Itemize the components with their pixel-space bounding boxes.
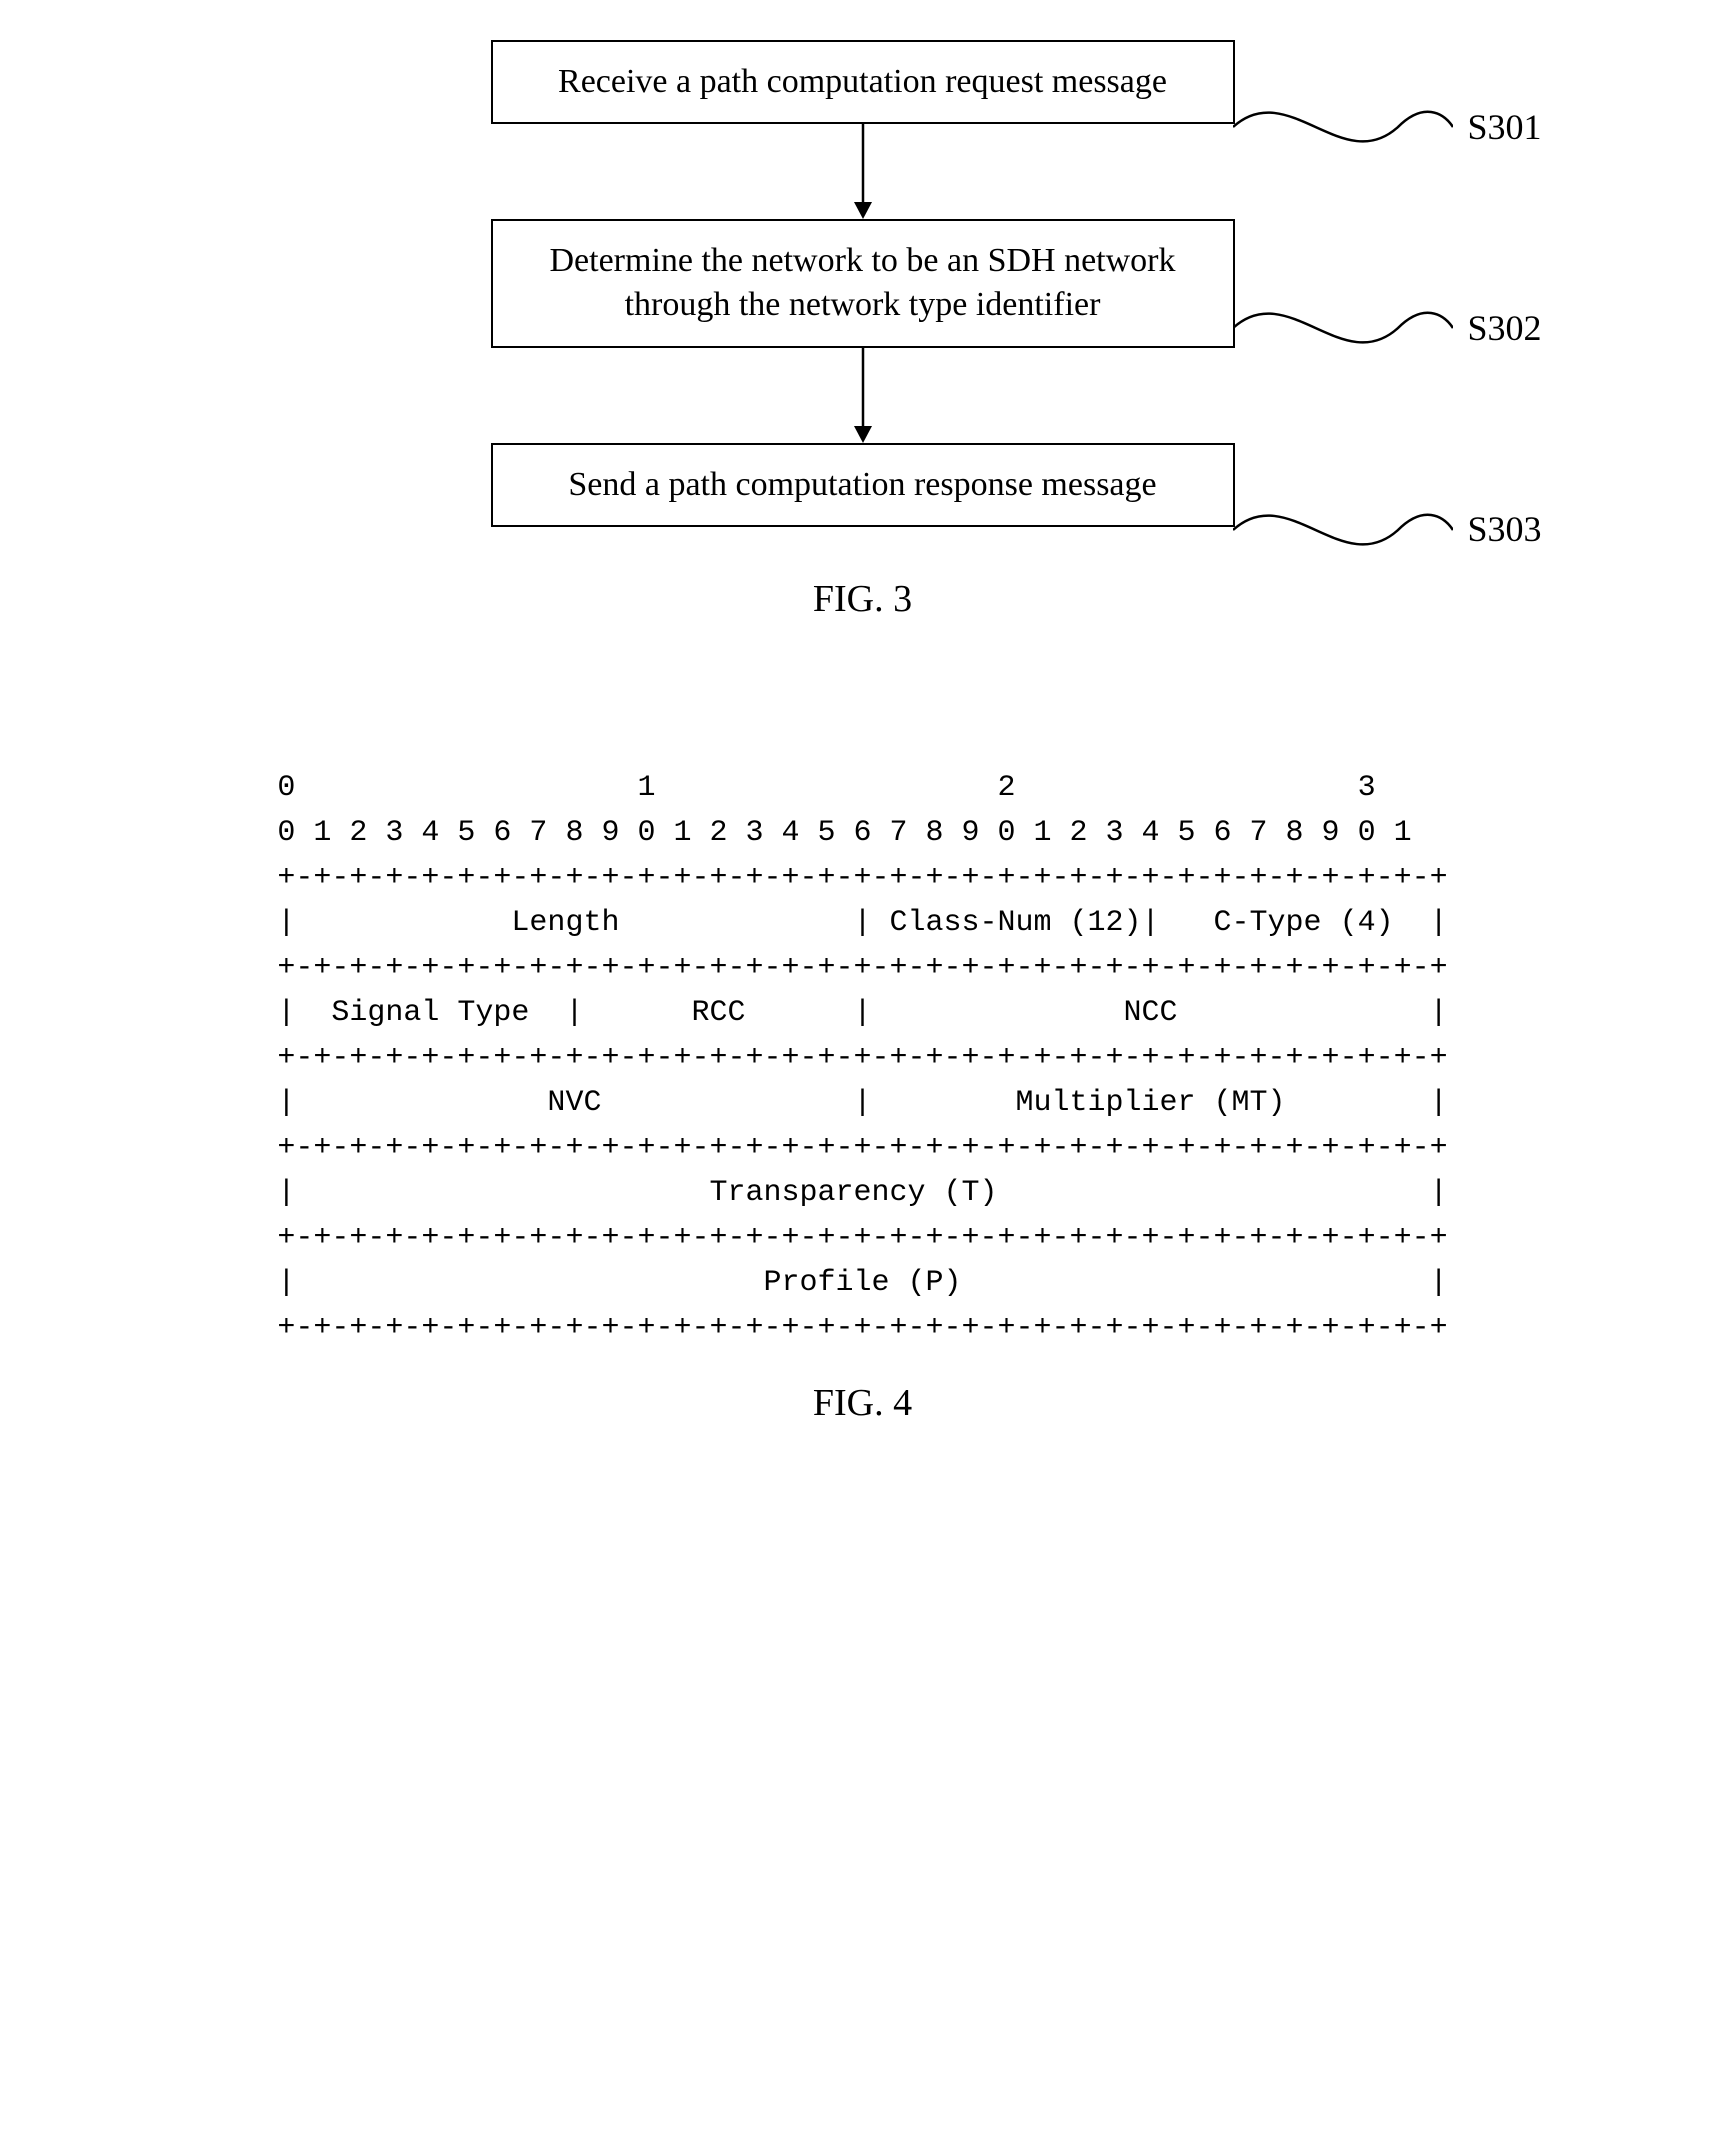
flow-box-2: Determine the network to be an SDH netwo… bbox=[491, 219, 1235, 347]
arrow-1 bbox=[413, 124, 1313, 219]
fig3-caption: FIG. 3 bbox=[413, 577, 1313, 621]
flow-row-2: Determine the network to be an SDH netwo… bbox=[413, 219, 1313, 347]
border: +-+-+-+-+-+-+-+-+-+-+-+-+-+-+-+-+-+-+-+-… bbox=[277, 861, 1447, 895]
row-2: | Signal Type | RCC | NCC | bbox=[277, 996, 1447, 1030]
flow-row-1: Receive a path computation request messa… bbox=[413, 40, 1313, 124]
wave-connector-icon bbox=[1233, 283, 1453, 373]
connector-2: S302 bbox=[1233, 283, 1542, 373]
wave-connector-icon bbox=[1233, 82, 1453, 172]
flow-box-3: Send a path computation response message… bbox=[491, 443, 1235, 527]
flowchart-fig3: Receive a path computation request messa… bbox=[413, 40, 1313, 621]
row-4: | Transparency (T) | bbox=[277, 1176, 1447, 1210]
arrow-down-icon bbox=[848, 348, 878, 443]
row-3: | NVC | Multiplier (MT) | bbox=[277, 1086, 1447, 1120]
arrow-down-icon bbox=[848, 124, 878, 219]
ruler-top: 0 1 2 3 bbox=[277, 771, 1375, 805]
step-label: S303 bbox=[1468, 506, 1542, 553]
ruler-bits: 0 1 2 3 4 5 6 7 8 9 0 1 2 3 4 5 6 7 8 9 … bbox=[277, 816, 1411, 850]
step-label: S301 bbox=[1468, 104, 1542, 151]
row-5: | Profile (P) | bbox=[277, 1266, 1447, 1300]
connector-3: S303 bbox=[1233, 485, 1542, 575]
flow-box-1: Receive a path computation request messa… bbox=[491, 40, 1235, 124]
connector-1: S301 bbox=[1233, 82, 1542, 172]
border: +-+-+-+-+-+-+-+-+-+-+-+-+-+-+-+-+-+-+-+-… bbox=[277, 1131, 1447, 1165]
border: +-+-+-+-+-+-+-+-+-+-+-+-+-+-+-+-+-+-+-+-… bbox=[277, 1311, 1447, 1345]
flow-box-text: Receive a path computation request messa… bbox=[558, 63, 1167, 100]
packet-diagram-fig4: 0 1 2 3 0 1 2 3 4 5 6 7 8 9 0 1 2 3 4 5 … bbox=[277, 721, 1447, 1351]
border: +-+-+-+-+-+-+-+-+-+-+-+-+-+-+-+-+-+-+-+-… bbox=[277, 1221, 1447, 1255]
border: +-+-+-+-+-+-+-+-+-+-+-+-+-+-+-+-+-+-+-+-… bbox=[277, 1041, 1447, 1075]
flow-row-3: Send a path computation response message… bbox=[413, 443, 1313, 527]
fig4-caption: FIG. 4 bbox=[40, 1381, 1685, 1425]
wave-connector-icon bbox=[1233, 485, 1453, 575]
flow-box-text: Send a path computation response message bbox=[568, 466, 1156, 503]
border: +-+-+-+-+-+-+-+-+-+-+-+-+-+-+-+-+-+-+-+-… bbox=[277, 951, 1447, 985]
arrow-2 bbox=[413, 348, 1313, 443]
row-1: | Length | Class-Num (12)| C-Type (4) | bbox=[277, 906, 1447, 940]
flow-box-text: Determine the network to be an SDH netwo… bbox=[550, 242, 1176, 323]
step-label: S302 bbox=[1468, 305, 1542, 352]
